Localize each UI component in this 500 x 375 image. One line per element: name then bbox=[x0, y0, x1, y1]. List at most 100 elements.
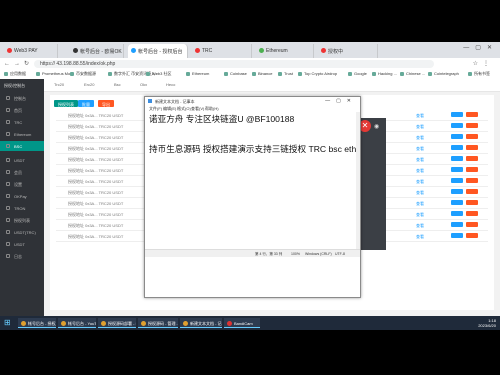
notepad-titlebar[interactable]: 新建文本文档 - 记事本 —▢✕ bbox=[145, 97, 360, 105]
browser-tab[interactable]: Ethereum bbox=[256, 44, 314, 58]
table-cell-link[interactable]: 查看 bbox=[416, 190, 424, 196]
bookmark-item[interactable]: Chinese ... bbox=[400, 71, 425, 76]
taskbar-item[interactable]: 授权源码 - 管理... bbox=[138, 318, 178, 328]
row-action-button[interactable] bbox=[451, 134, 463, 139]
row-delete-button[interactable] bbox=[466, 145, 478, 150]
sidebar-item[interactable]: 授权列表 bbox=[0, 215, 44, 225]
row-action-button[interactable] bbox=[451, 233, 463, 238]
table-cell-link[interactable]: 查看 bbox=[416, 113, 424, 119]
topbar-tab[interactable]: Okx bbox=[140, 82, 147, 87]
notepad-text-area[interactable]: 诺亚方舟 专注区块链盗U @BF100188 持币生息源码 授权搭建演示支持三链… bbox=[149, 113, 356, 253]
menu-item-format[interactable]: 格式(O) bbox=[177, 106, 191, 112]
row-action-button[interactable] bbox=[451, 200, 463, 205]
browser-tab[interactable]: Web3 PAY bbox=[4, 44, 58, 58]
bookmark-item[interactable]: Coinbase bbox=[224, 71, 247, 76]
row-action-button[interactable] bbox=[451, 145, 463, 150]
browser-tab-active[interactable]: 帐号后台 - 授权后台 bbox=[128, 44, 188, 58]
row-action-button[interactable] bbox=[451, 211, 463, 216]
table-cell-link[interactable]: 查看 bbox=[416, 168, 424, 174]
nav-buttons-icon[interactable]: ←→↻ bbox=[4, 60, 33, 67]
browser-tab[interactable]: 帐号后台 - 欧易OK bbox=[70, 44, 124, 58]
sidebar-item[interactable]: 首页 bbox=[0, 105, 44, 115]
browser-tab[interactable]: 授权中 bbox=[318, 44, 378, 58]
browser-menu-icon[interactable]: ☆⋮ bbox=[473, 60, 494, 67]
row-action-button[interactable] bbox=[451, 167, 463, 172]
row-delete-button[interactable] bbox=[466, 178, 478, 183]
bookmark-item[interactable]: Google bbox=[348, 71, 367, 76]
taskbar-item[interactable]: 帐号后台 - YouTu... bbox=[58, 318, 96, 328]
bookmark-item[interactable]: Ethereum bbox=[186, 71, 209, 76]
table-cell-link[interactable]: 查看 bbox=[416, 212, 424, 218]
row-delete-button[interactable] bbox=[466, 156, 478, 161]
sidebar-item[interactable]: USDT(TRC) bbox=[0, 227, 44, 237]
action-button[interactable]: 导出 bbox=[98, 100, 114, 107]
bookmark-item[interactable]: Web3 社区 bbox=[146, 71, 172, 77]
sidebar-item[interactable]: 控制台 bbox=[0, 93, 44, 103]
action-button[interactable]: 批量 bbox=[78, 100, 94, 107]
taskbar-item[interactable]: 新建文本文档 - 记... bbox=[180, 318, 222, 328]
system-tray[interactable]: 1:18 2023/6/20 bbox=[478, 318, 496, 328]
sidebar-item[interactable]: 设置 bbox=[0, 179, 44, 189]
table-cell-link[interactable]: 查看 bbox=[416, 201, 424, 207]
row-action-button[interactable] bbox=[451, 156, 463, 161]
bookmark-item[interactable]: 应用数据 bbox=[4, 71, 26, 77]
row-action-button[interactable] bbox=[451, 189, 463, 194]
windows-start-icon[interactable]: ⊞ bbox=[4, 319, 12, 327]
table-cell-link[interactable]: 查看 bbox=[416, 124, 424, 130]
sidebar-item[interactable]: USDT bbox=[0, 155, 44, 165]
menu-item-view[interactable]: 查看(V) bbox=[191, 106, 204, 112]
menu-item-help[interactable]: 帮助(H) bbox=[205, 106, 219, 112]
url-input[interactable]: https:// 43.198.88.55/index/ok.php bbox=[34, 60, 434, 68]
bookmark-item[interactable]: Hacking ... bbox=[372, 71, 397, 76]
notepad-scrollbar[interactable] bbox=[356, 112, 360, 250]
row-delete-button[interactable] bbox=[466, 211, 478, 216]
row-action-button[interactable] bbox=[451, 178, 463, 183]
topbar-tab[interactable]: Trc20 bbox=[54, 82, 64, 87]
bookmark-item[interactable]: Cointelegraph bbox=[428, 71, 459, 76]
table-cell-link[interactable]: 查看 bbox=[416, 179, 424, 185]
row-delete-button[interactable] bbox=[466, 233, 478, 238]
bookmark-item[interactable]: Prometheus Mo... bbox=[36, 71, 74, 76]
table-cell-link[interactable]: 查看 bbox=[416, 223, 424, 229]
action-button[interactable]: 授权列表 bbox=[54, 100, 78, 107]
row-delete-button[interactable] bbox=[466, 134, 478, 139]
row-action-button[interactable] bbox=[451, 112, 463, 117]
row-action-button[interactable] bbox=[451, 123, 463, 128]
taskbar-item[interactable]: 授权源码部署 - S... bbox=[98, 318, 136, 328]
taskbar-item[interactable]: BandiCam bbox=[224, 318, 260, 328]
sidebar-item-active[interactable]: BSC bbox=[0, 141, 44, 151]
table-cell-link[interactable]: 查看 bbox=[416, 157, 424, 163]
row-delete-button[interactable] bbox=[466, 123, 478, 128]
bookmark-item[interactable]: Trust bbox=[278, 71, 293, 76]
sidebar-item[interactable]: Ethereum bbox=[0, 129, 44, 139]
row-delete-button[interactable] bbox=[466, 200, 478, 205]
bookmark-item[interactable]: Binance bbox=[252, 71, 272, 76]
row-delete-button[interactable] bbox=[466, 189, 478, 194]
table-cell-link[interactable]: 查看 bbox=[416, 146, 424, 152]
sidebar-item[interactable]: 会员 bbox=[0, 167, 44, 177]
topbar-tab[interactable]: Bsc bbox=[114, 82, 121, 87]
table-cell-link[interactable]: 查看 bbox=[416, 135, 424, 141]
sidebar-item[interactable]: TRC bbox=[0, 117, 44, 127]
row-delete-button[interactable] bbox=[466, 112, 478, 117]
sidebar-item[interactable]: 日志 bbox=[0, 251, 44, 261]
sidebar-item[interactable]: TRON bbox=[0, 203, 44, 213]
topbar-tab[interactable]: Heco bbox=[166, 82, 175, 87]
row-delete-button[interactable] bbox=[466, 167, 478, 172]
bookmark-item[interactable]: 币安数据源 bbox=[70, 71, 96, 77]
row-action-button[interactable] bbox=[451, 222, 463, 227]
notepad-window-controls[interactable]: —▢✕ bbox=[325, 98, 357, 104]
taskbar-item[interactable]: 帐号后台 - 授权后台... bbox=[18, 318, 56, 328]
menu-item-edit[interactable]: 编辑(E) bbox=[163, 106, 176, 112]
camera-icon[interactable]: ◉ bbox=[374, 123, 379, 130]
sidebar-item[interactable]: OKPay bbox=[0, 191, 44, 201]
bookmark-item[interactable]: 所有书签 bbox=[468, 71, 490, 77]
menu-item-file[interactable]: 文件(F) bbox=[149, 106, 162, 112]
bookmark-item[interactable]: Top Crypto Airdrop bbox=[298, 71, 337, 76]
sidebar-item[interactable]: USDT bbox=[0, 239, 44, 249]
row-delete-button[interactable] bbox=[466, 222, 478, 227]
table-cell-link[interactable]: 查看 bbox=[416, 234, 424, 240]
topbar-tab[interactable]: Erc20 bbox=[84, 82, 94, 87]
browser-tab[interactable]: TRC bbox=[192, 44, 252, 58]
window-controls[interactable]: —▢✕ bbox=[463, 44, 498, 51]
